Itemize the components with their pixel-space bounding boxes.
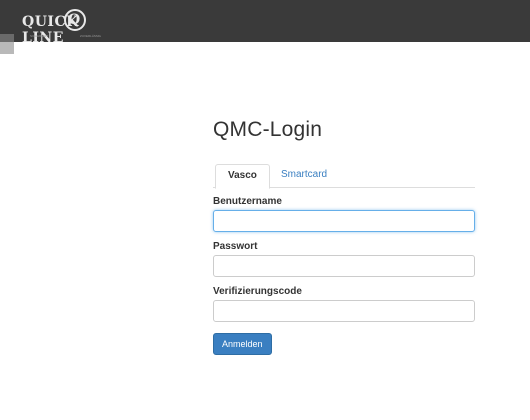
verification-code-group: Verifizierungscode [213, 286, 475, 322]
verification-code-label: Verifizierungscode [213, 286, 302, 297]
login-panel: QMC-Login Vasco Smartcard Benutzername P… [213, 118, 475, 355]
tab-smartcard[interactable]: Smartcard [269, 164, 339, 188]
tab-vasco[interactable]: Vasco [215, 164, 270, 189]
page-title: QMC-Login [213, 118, 323, 141]
verification-code-input[interactable] [213, 300, 475, 322]
quickline-logo[interactable]: QUICKLINE Q SICHERHEIT ZUVERLÄSSIG [10, 8, 120, 46]
password-group: Passwort [213, 241, 475, 277]
password-label: Passwort [213, 241, 258, 252]
logo-tagline-left: SICHERHEIT [30, 34, 49, 38]
username-input[interactable] [213, 210, 475, 232]
corner-artifact [0, 34, 14, 54]
logo-q-letter: Q [68, 12, 81, 28]
top-navbar: QUICKLINE Q SICHERHEIT ZUVERLÄSSIG [0, 0, 530, 46]
logo-tagline-right: ZUVERLÄSSIG [80, 34, 102, 38]
login-tabs: Vasco Smartcard [213, 164, 475, 189]
username-label: Benutzername [213, 196, 282, 207]
username-group: Benutzername [213, 196, 475, 232]
login-submit-button[interactable]: Anmelden [213, 333, 272, 355]
password-input[interactable] [213, 255, 475, 277]
